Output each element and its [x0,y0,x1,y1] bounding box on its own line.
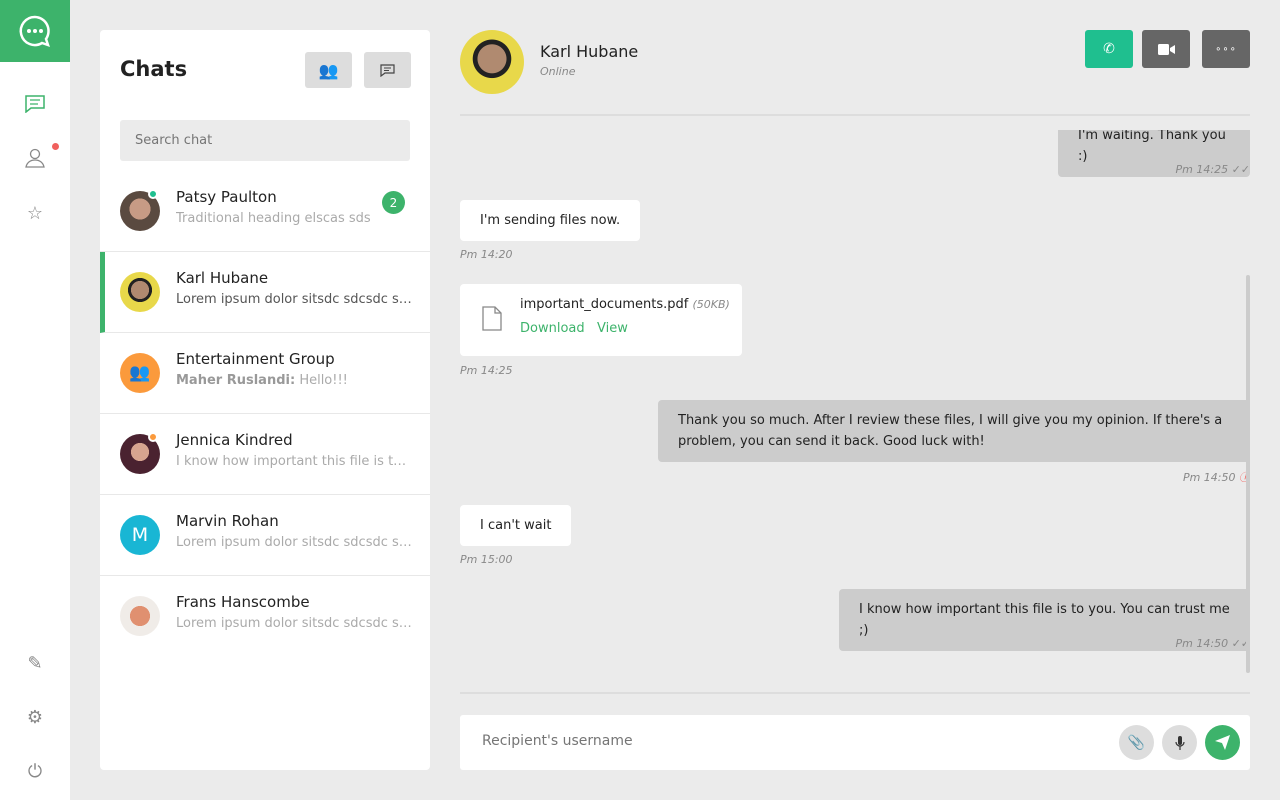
chat-item[interactable]: Patsy Paulton Traditional heading elscas… [100,171,430,252]
read-check-icon: ✓✓ [1231,163,1250,176]
chat-item[interactable]: Frans Hanscombe Lorem ipsum dolor sitsdc… [100,576,430,657]
chat-preview: Lorem ipsum dolor sitsdc sdcsdc sdcsdc [176,616,412,631]
logo [0,0,70,62]
video-icon [1157,43,1175,55]
message-time: Pm 14:25 ✓✓ [1175,163,1250,176]
more-icon: ∘∘∘ [1215,43,1237,55]
chat-bubble-logo-icon [19,15,50,47]
avatar [120,596,160,636]
contact-avatar[interactable] [460,30,524,94]
paperclip-icon: 📎 [1127,734,1146,751]
send-button[interactable] [1205,725,1240,760]
message-in: I'm sending files now. [460,200,641,241]
star-icon[interactable]: ☆ [23,201,47,225]
notification-dot [52,143,59,150]
groups-button[interactable]: 👥 [305,52,352,88]
file-name: important_documents.pdf [520,297,689,312]
video-call-button[interactable] [1142,30,1190,68]
away-status [148,432,158,442]
file-icon [482,306,502,331]
chat-preview: Traditional heading elscas sdscsd [176,211,371,226]
chat-preview: Lorem ipsum dolor sitsdc sdcsdc sdcsdc [176,292,412,307]
microphone-icon [1174,735,1185,750]
voice-record-button[interactable] [1162,725,1197,760]
chat-preview: I know how important this file is to you [176,454,412,469]
chat-list-panel: Chats 👥 Patsy Paulton Traditional headin… [100,30,430,770]
chat-name: Entertainment Group [176,350,335,368]
pencil-icon[interactable]: ✎ [23,651,47,675]
more-options-button[interactable]: ∘∘∘ [1202,30,1250,68]
users-icon: 👥 [129,363,151,383]
message-list: I'm waiting. Thank you :) Pm 14:25 ✓✓ I'… [460,130,1250,680]
phone-icon: ✆ [1103,41,1115,57]
message-out: Thank you so much. After I review these … [658,400,1250,462]
message-time: Pm 14:50 ⓘ [1182,471,1250,484]
message-time: Pm 14:25 [460,364,513,377]
message-input[interactable] [482,733,1082,749]
voice-call-button[interactable]: ✆ [1085,30,1133,68]
chat-name: Marvin Rohan [176,512,279,530]
chat-item[interactable]: Jennica Kindred I know how important thi… [100,414,430,495]
attach-button[interactable]: 📎 [1119,725,1154,760]
message-composer: 📎 [460,715,1250,770]
chat-icon[interactable] [23,92,47,116]
view-link[interactable]: View [597,321,628,336]
gear-icon[interactable]: ⚙ [23,705,47,729]
users-icon: 👥 [318,60,339,80]
scrollbar[interactable] [1246,275,1250,673]
avatar [120,272,160,312]
composer-divider [460,692,1250,694]
user-icon[interactable] [23,146,47,170]
message-time: Pm 14:20 [460,248,513,261]
message-time: Pm 14:50 ✓✓ [1175,637,1250,650]
send-icon [1215,735,1230,750]
new-chat-button[interactable] [364,52,411,88]
contact-name: Karl Hubane [540,42,639,61]
chat-item-active[interactable]: Karl Hubane Lorem ipsum dolor sitsdc sdc… [100,252,430,333]
initial-avatar: M [120,515,160,555]
group-avatar: 👥 [120,353,160,393]
contact-status: Online [540,65,576,78]
chat-item[interactable]: 👥 Entertainment Group Maher Ruslandi: He… [100,333,430,414]
download-link[interactable]: Download [520,321,585,336]
chat-name: Patsy Paulton [176,188,277,206]
message-icon [380,63,395,77]
message-time: Pm 15:00 [460,553,513,566]
chat-item[interactable]: M Marvin Rohan Lorem ipsum dolor sitsdc … [100,495,430,576]
chat-preview: Hello!!! [299,373,348,388]
online-status [148,189,158,199]
chat-preview: Lorem ipsum dolor sitsdc sdcsdc sdcsdc [176,535,412,550]
left-nav: ☆ ✎ ⚙ ⏻ [0,0,70,800]
chat-name: Frans Hanscombe [176,593,310,611]
file-message: important_documents.pdf (50KB) Download … [460,284,742,356]
header-divider [460,114,1250,116]
chats-title: Chats [120,57,188,81]
unread-badge: 2 [382,191,405,214]
search-chat-input[interactable] [120,120,410,161]
file-size: (50KB) [692,298,730,311]
power-icon[interactable]: ⏻ [23,759,47,783]
chat-name: Karl Hubane [176,269,269,287]
sender-name: Maher Ruslandi: [176,373,296,388]
chat-name: Jennica Kindred [176,431,293,449]
message-in: I can't wait [460,505,572,546]
